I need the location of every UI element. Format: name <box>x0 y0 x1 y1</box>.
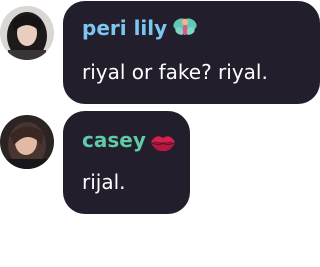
chat-thread: peri lily riyal or fake? riyal. casey ri… <box>0 0 320 267</box>
avatar[interactable] <box>0 6 54 60</box>
message-text: rijal. <box>82 170 126 194</box>
avatar[interactable] <box>0 115 54 169</box>
avatar-photo <box>0 6 54 60</box>
username[interactable]: casey <box>82 128 146 152</box>
kiss-mark-emoji <box>151 136 175 152</box>
message-bubble <box>63 111 190 214</box>
username[interactable]: peri lily <box>82 16 167 40</box>
fairy-emoji <box>173 18 197 35</box>
message-text: riyal or fake? riyal. <box>82 60 268 84</box>
avatar-photo <box>0 115 54 169</box>
